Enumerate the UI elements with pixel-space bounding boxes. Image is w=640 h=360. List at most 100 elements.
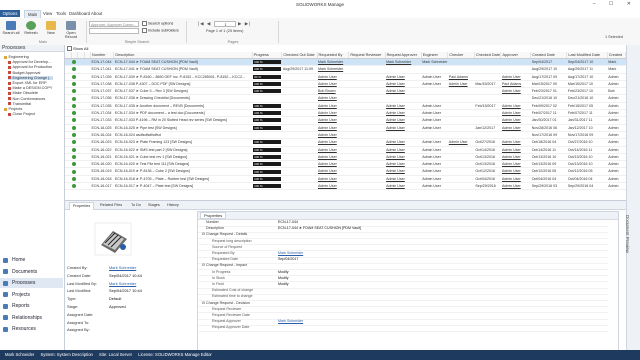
table-cell[interactable]: Mark Schneider xyxy=(317,65,349,74)
table-row[interactable]: ECN-16-020 ECN-16-020 ➤ Test File test 11… xyxy=(65,160,626,169)
table-cell[interactable]: Admin User xyxy=(500,153,531,162)
table-cell[interactable]: Admin User xyxy=(317,167,349,176)
table-cell[interactable]: Admin User xyxy=(500,138,531,147)
table-row[interactable]: ECN-17-034 ECN-17-034 ➤ PDF document – a … xyxy=(65,109,626,118)
nav-item-processes[interactable]: Processes xyxy=(0,278,63,288)
tree-item[interactable]: Make Obsolete xyxy=(8,91,38,95)
table-cell[interactable]: Admin User xyxy=(447,138,475,147)
tab-stages[interactable]: Stages xyxy=(145,202,163,209)
tree-item[interactable]: Approval for Develop... xyxy=(8,60,51,64)
tree-item[interactable]: Projects xyxy=(4,107,22,111)
tree-item[interactable]: Engineering xyxy=(4,55,29,59)
table-cell[interactable]: Admin User xyxy=(385,124,422,132)
table-cell[interactable]: Admin User xyxy=(385,109,422,118)
table-cell[interactable]: Mark Schneider xyxy=(317,58,349,67)
refresh-button[interactable]: Refresh xyxy=(22,20,40,40)
table-cell[interactable]: Admin User xyxy=(317,80,349,89)
table-cell[interactable]: Admin User xyxy=(500,146,531,154)
tree-item[interactable]: Engineering Change (... xyxy=(8,75,53,80)
tab-related-files[interactable]: Related Files xyxy=(97,202,125,209)
tree-item[interactable]: Close Project xyxy=(8,112,35,116)
new-button[interactable]: New xyxy=(42,20,60,40)
table-row[interactable]: ECN-16-019 ECN-16-019 ➤ P-8136 – Cube 2 [… xyxy=(65,167,626,176)
options-menu[interactable]: Options xyxy=(0,10,20,17)
table-row[interactable]: ECN-16-022 ECN-16-022 ➤ SMS test part 2 [… xyxy=(65,146,626,154)
column-header[interactable]: Checked Date xyxy=(474,52,502,59)
document-preview-strip[interactable]: Document Preview xyxy=(625,45,640,350)
table-cell[interactable]: Admin User xyxy=(317,138,349,147)
table-cell[interactable]: Admin User xyxy=(317,109,349,118)
table-row[interactable]: ECN-16-018 ECN-16-018 ➤ P-4705 – Plate – … xyxy=(65,175,626,184)
tab-history[interactable]: History xyxy=(164,202,182,209)
properties-subtab[interactable]: Properties xyxy=(200,212,227,219)
tab-to-do[interactable]: To Do xyxy=(128,202,144,209)
table-cell[interactable]: Admin User xyxy=(317,153,349,162)
table-cell[interactable]: Admin User xyxy=(317,73,349,81)
nav-item-home[interactable]: Home xyxy=(0,255,63,265)
field-value[interactable]: Mark Schneider xyxy=(109,281,136,286)
table-cell[interactable]: Admin User xyxy=(317,160,349,169)
table-row[interactable]: ECN-17-033 ECN-17-033 P-4196 – RM in 20 S… xyxy=(65,116,626,125)
table-cell[interactable]: Admin User xyxy=(500,116,531,125)
table-cell[interactable]: Paul Adams xyxy=(500,80,531,89)
tab-main[interactable]: Main xyxy=(24,10,42,18)
table-cell[interactable]: Admin User xyxy=(500,160,531,169)
table-cell[interactable]: Admin User xyxy=(317,102,349,111)
table-cell[interactable]: Admin User xyxy=(317,94,349,103)
include-subfolders-toggle[interactable]: Include subfolders xyxy=(142,28,179,33)
tree-item[interactable]: Make a DESIGN COPY xyxy=(8,86,52,90)
table-cell[interactable]: Admin User xyxy=(317,116,349,125)
table-cell[interactable]: Admin User xyxy=(385,167,422,176)
table-cell[interactable]: Admin User xyxy=(385,80,422,89)
table-cell[interactable]: Admin User xyxy=(500,109,531,118)
table-cell[interactable]: Admin User xyxy=(500,182,531,191)
table-row[interactable]: ECN-17-039 ECN-17-039 ➤ P-8160 – 8690 OEF… xyxy=(65,73,626,81)
table-cell[interactable]: Admin User xyxy=(317,124,349,132)
field-value[interactable]: Mark Schneider xyxy=(109,265,136,270)
table-cell[interactable]: Bob Brown xyxy=(317,87,349,96)
table-row[interactable]: ECN-17-037 ECN-17-037 ➤ Cube 3 – Rev 3 [S… xyxy=(65,87,626,96)
table-cell[interactable]: Admin User xyxy=(385,175,422,184)
tree-item[interactable]: Non Conformances xyxy=(8,97,45,101)
tab-properties[interactable]: Properties xyxy=(69,202,95,210)
property-value[interactable]: Mark Schneider xyxy=(278,251,303,257)
table-row[interactable]: ECN-16-017 ECN-16-017 ➤ P-4047 – Plate te… xyxy=(65,182,626,191)
table-cell[interactable]: Admin User xyxy=(447,80,475,89)
tab-about[interactable]: About xyxy=(88,10,105,17)
nav-item-documents[interactable]: Documents xyxy=(0,267,63,277)
nav-item-reports[interactable]: Reports xyxy=(0,301,63,311)
table-row[interactable]: ECN-16-023 ECN-16-023 ➤ Plate Framing 123… xyxy=(65,138,626,147)
table-cell[interactable]: Admin User xyxy=(385,116,422,125)
table-cell[interactable]: Admin User xyxy=(385,146,422,154)
table-cell[interactable]: Admin User xyxy=(385,138,422,147)
table-cell[interactable]: Mark Schneider xyxy=(385,58,422,67)
page-nav-arrows[interactable]: |◀ ◀ xyxy=(198,21,211,27)
table-row[interactable]: ECN-17-035 ECN-17-035 ➤ Another document … xyxy=(65,102,626,111)
column-header[interactable]: Request Reviewer xyxy=(348,52,386,59)
table-cell[interactable]: Admin User xyxy=(500,102,531,111)
table-row[interactable]: ECN-17-038 ECN-17-038 P-4307 – DOC PDF [S… xyxy=(65,80,626,89)
table-row[interactable]: ECN-17-041 ECN-17-041 ➤ FOAM SEAT CUSHION… xyxy=(65,65,626,74)
table-cell[interactable]: Admin User xyxy=(317,146,349,154)
window-controls[interactable]: – ☐ ✕ xyxy=(593,1,637,7)
search-options-toggle[interactable]: Search options xyxy=(142,21,173,26)
table-cell[interactable]: Admin User xyxy=(385,73,422,81)
show-all-toggle[interactable]: Show All xyxy=(67,46,88,52)
nav-item-relationships[interactable]: Relationships xyxy=(0,313,63,323)
table-cell[interactable]: Admin User xyxy=(317,131,349,140)
table-cell[interactable]: Admin User xyxy=(385,87,422,96)
table-cell[interactable]: Paul Adams xyxy=(447,73,475,81)
search-all-button[interactable]: Search all xyxy=(2,20,20,40)
tree-item[interactable]: Export XML for ERP xyxy=(8,81,47,85)
nav-item-resources[interactable]: Resources xyxy=(0,324,63,334)
table-cell[interactable]: Admin User xyxy=(500,87,531,96)
table-cell[interactable]: Admin User xyxy=(500,73,531,81)
open-record-button[interactable]: Open Record xyxy=(60,20,82,40)
page-nav-arrows-next[interactable]: ▶ ▶| xyxy=(238,21,251,27)
simple-search-input[interactable]: Approver, Approver Comm... xyxy=(89,21,139,27)
simple-search-field-2[interactable] xyxy=(89,28,139,34)
property-row[interactable]: Request Approver Date xyxy=(198,325,608,332)
table-cell[interactable]: Admin User xyxy=(317,175,349,184)
column-header[interactable]: Checked Out Date xyxy=(281,52,318,59)
tree-item[interactable]: Approval for Production xyxy=(8,65,52,69)
